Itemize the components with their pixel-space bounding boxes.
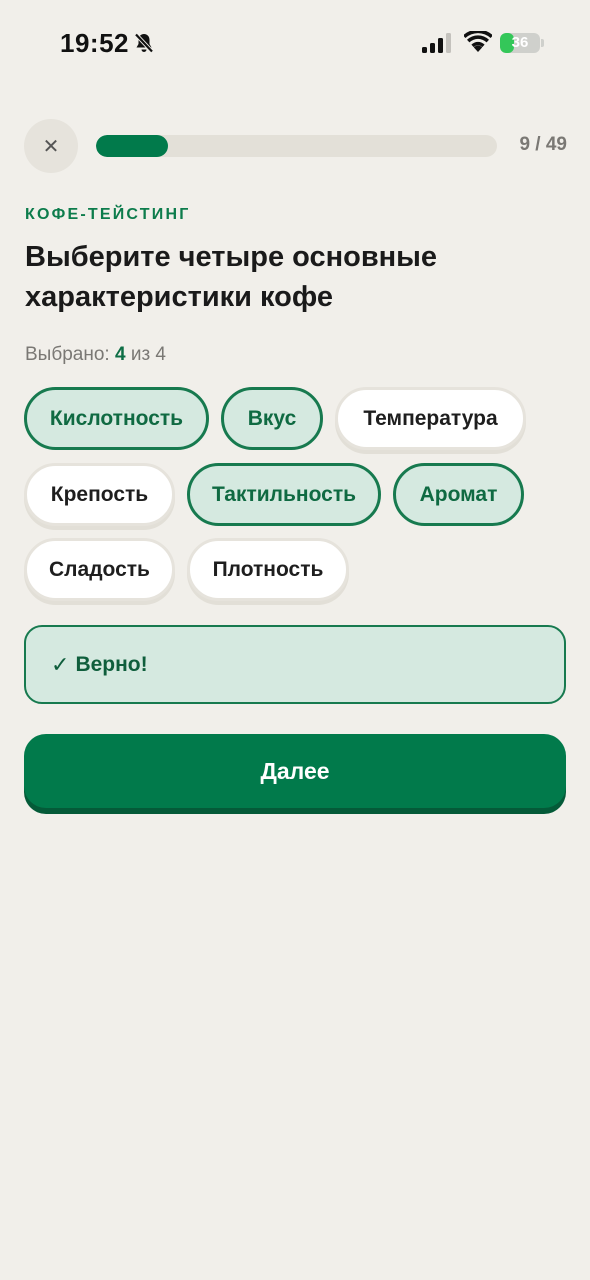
option-chip[interactable]: Кислотность: [24, 387, 209, 450]
option-chip[interactable]: Тактильность: [187, 463, 381, 526]
feedback-banner: ✓ Верно!: [24, 625, 566, 704]
selected-counter-label: Выбрано:: [25, 344, 110, 365]
category-label: КОФЕ-ТЕЙСТИНГ: [25, 206, 191, 223]
progress-counter: 9 / 49: [519, 134, 567, 155]
selected-count: 4: [114, 344, 126, 365]
wifi-icon: [464, 31, 492, 52]
battery-cap: [541, 39, 544, 47]
option-chip[interactable]: Вкус: [221, 387, 323, 450]
option-label: Температура: [363, 406, 498, 430]
option-label: Тактильность: [211, 482, 357, 506]
battery-indicator: 36: [500, 33, 540, 53]
selected-counter: Выбрано: 4 из 4: [25, 344, 166, 366]
option-chip[interactable]: Аромат: [393, 463, 524, 526]
option-label: Вкус: [247, 406, 297, 430]
option-label: Аромат: [419, 482, 498, 506]
option-label: Плотность: [212, 557, 324, 581]
status-bar: 19:52 36: [0, 0, 590, 90]
question-title: Выберите четыре основные характеристики …: [25, 241, 438, 313]
check-icon: ✓: [51, 651, 70, 677]
option-label: Сладость: [49, 557, 150, 581]
feedback-text: Верно!: [75, 652, 148, 676]
cellular-signal-icon: [422, 33, 451, 53]
option-chip[interactable]: Крепость: [24, 463, 175, 526]
battery-level: 36: [511, 34, 529, 51]
option-chip[interactable]: Температура: [335, 387, 526, 450]
next-button[interactable]: Далее: [24, 734, 566, 808]
option-chip[interactable]: Плотность: [187, 538, 349, 601]
option-chip[interactable]: Сладость: [24, 538, 175, 601]
option-label: Кислотность: [49, 406, 184, 430]
option-label: Крепость: [50, 482, 149, 506]
progress-fill: [96, 135, 169, 157]
close-icon: ✕: [42, 135, 60, 158]
close-button[interactable]: ✕: [24, 119, 78, 173]
status-time: 19:52: [60, 28, 129, 58]
bell-muted-icon: [134, 33, 154, 53]
selected-of: из 4: [130, 344, 166, 365]
progress-bar: [96, 135, 497, 157]
